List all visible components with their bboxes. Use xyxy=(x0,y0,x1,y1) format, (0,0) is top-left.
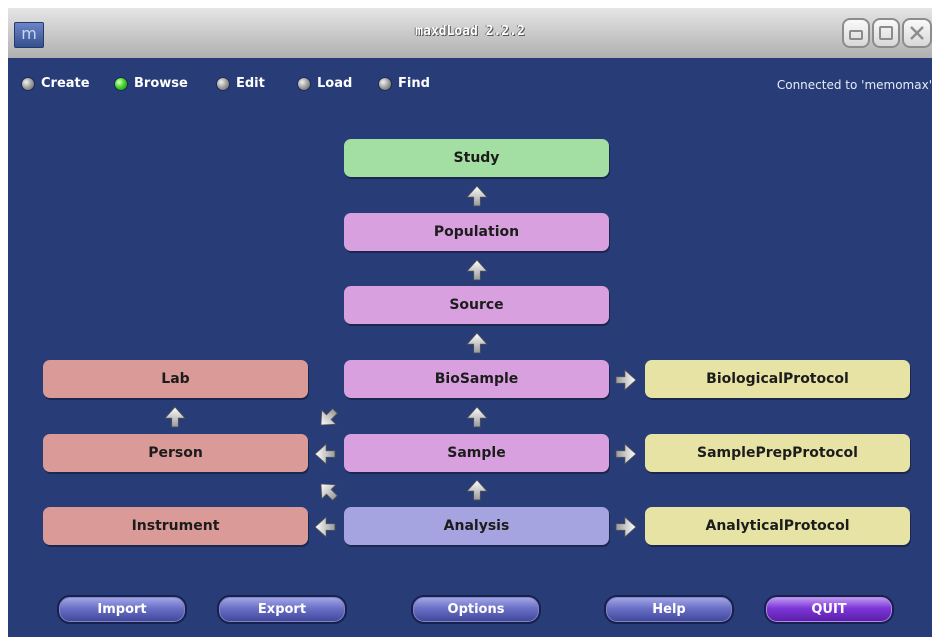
arrow-up-icon xyxy=(466,332,488,354)
radio-indicator-selected xyxy=(114,76,128,91)
export-button[interactable]: Export xyxy=(217,595,347,624)
mode-browse-radio[interactable]: Browse xyxy=(114,76,188,91)
mode-edit-radio[interactable]: Edit xyxy=(216,76,265,91)
node-biosample[interactable]: BioSample xyxy=(344,360,609,398)
arrow-down-left-icon xyxy=(312,402,343,433)
arrow-up-icon xyxy=(164,406,186,428)
node-analytical-protocol[interactable]: AnalyticalProtocol xyxy=(645,507,910,545)
mode-edit-label: Edit xyxy=(236,76,265,91)
arrow-up-icon xyxy=(466,259,488,281)
arrow-up-icon xyxy=(466,406,488,428)
node-analysis[interactable]: Analysis xyxy=(344,507,609,545)
arrow-right-icon xyxy=(615,516,637,538)
help-button[interactable]: Help xyxy=(604,595,734,624)
close-icon xyxy=(910,26,924,40)
radio-indicator xyxy=(378,76,392,91)
close-button[interactable] xyxy=(902,18,932,48)
quit-button[interactable]: QUIT xyxy=(764,595,894,624)
window-title: maxdLoad 2.2.2 xyxy=(415,24,525,39)
mode-find-radio[interactable]: Find xyxy=(378,76,430,91)
node-sampleprep-protocol[interactable]: SamplePrepProtocol xyxy=(645,434,910,472)
mode-load-label: Load xyxy=(317,76,353,91)
minimize-button[interactable] xyxy=(842,18,870,48)
arrow-right-icon xyxy=(615,369,637,391)
node-sample[interactable]: Sample xyxy=(344,434,609,472)
node-study[interactable]: Study xyxy=(344,139,609,177)
mode-load-radio[interactable]: Load xyxy=(297,76,352,91)
radio-indicator xyxy=(21,76,35,91)
node-source[interactable]: Source xyxy=(344,286,609,324)
minimize-icon xyxy=(849,30,863,40)
arrow-up-icon xyxy=(466,185,488,207)
mode-find-label: Find xyxy=(398,76,430,91)
radio-indicator xyxy=(216,76,230,91)
node-person[interactable]: Person xyxy=(43,434,308,472)
node-biological-protocol[interactable]: BiologicalProtocol xyxy=(645,360,910,398)
arrow-left-icon xyxy=(314,516,336,538)
maximize-icon xyxy=(879,26,893,40)
node-population[interactable]: Population xyxy=(344,213,609,251)
import-button[interactable]: Import xyxy=(57,595,187,624)
connection-status: Connected to 'memomax' xyxy=(776,78,932,92)
node-lab[interactable]: Lab xyxy=(43,360,308,398)
mode-create-label: Create xyxy=(41,76,90,91)
arrow-up-icon xyxy=(466,479,488,501)
arrow-up-left-icon xyxy=(312,475,343,506)
mode-browse-label: Browse xyxy=(134,76,188,91)
app-window: m maxdLoad 2.2.2 Create Browse Edit Load… xyxy=(8,8,932,637)
options-button[interactable]: Options xyxy=(411,595,541,624)
title-bar[interactable]: m maxdLoad 2.2.2 xyxy=(8,8,932,58)
maximize-button[interactable] xyxy=(872,18,900,48)
arrow-left-icon xyxy=(314,443,336,465)
node-instrument[interactable]: Instrument xyxy=(43,507,308,545)
radio-indicator xyxy=(297,76,311,91)
arrow-right-icon xyxy=(615,443,637,465)
mode-create-radio[interactable]: Create xyxy=(21,76,90,91)
